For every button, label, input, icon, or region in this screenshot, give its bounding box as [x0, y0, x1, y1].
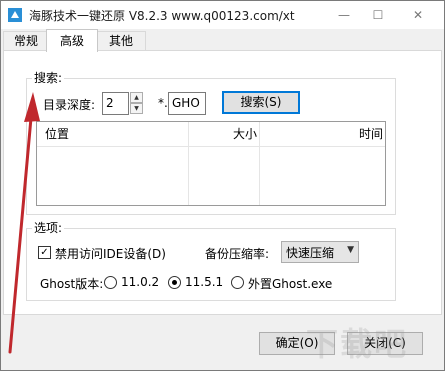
column-divider	[188, 122, 189, 205]
search-group-label: 搜索:	[32, 69, 65, 86]
ghost-version-label: Ghost版本:	[40, 277, 104, 291]
spin-up-icon[interactable]: ▲	[130, 92, 143, 103]
ghost-11-0-2-radio[interactable]	[104, 276, 117, 289]
ghost-external-radio[interactable]	[231, 276, 244, 289]
tab-other[interactable]: 其他	[96, 31, 146, 51]
app-window: 海豚技术一键还原 V8.2.3 www.q00123.com/xt — ☐ ✕ …	[0, 0, 445, 371]
disable-ide-checkbox[interactable]: ✓	[38, 246, 51, 259]
watermark: 下载吧	[306, 325, 409, 363]
options-group-label: 选项:	[32, 219, 65, 236]
tab-advanced[interactable]: 高级	[46, 29, 98, 52]
ghost-external-label[interactable]: 外置Ghost.exe	[248, 275, 332, 292]
column-time[interactable]: 时间	[359, 122, 383, 146]
results-list[interactable]: 位置 大小 时间	[36, 121, 386, 206]
disable-ide-label[interactable]: 禁用访问IDE设备(D)	[55, 245, 166, 262]
chevron-down-icon: ▼	[347, 245, 354, 255]
ghost-11-5-1-label[interactable]: 11.5.1	[185, 275, 223, 289]
tab-general[interactable]: 常规	[3, 31, 49, 51]
column-location[interactable]: 位置	[45, 122, 69, 146]
app-logo-icon	[8, 8, 22, 22]
search-button[interactable]: 搜索(S)	[222, 91, 300, 114]
compression-select[interactable]: 快速压缩 ▼	[281, 241, 359, 263]
window-title: 海豚技术一键还原 V8.2.3 www.q00123.com/xt	[29, 9, 295, 23]
tab-strip: 常规 高级 其他	[1, 29, 444, 52]
close-window-button[interactable]: ✕	[398, 1, 438, 29]
compression-label: 备份压缩率:	[205, 247, 270, 261]
directory-depth-label: 目录深度:	[43, 98, 96, 112]
minimize-icon: —	[338, 8, 350, 22]
ghost-11-0-2-label[interactable]: 11.0.2	[121, 275, 159, 289]
title-bar: 海豚技术一键还原 V8.2.3 www.q00123.com/xt — ☐ ✕	[1, 1, 444, 29]
compression-value: 快速压缩	[286, 246, 335, 260]
column-size[interactable]: 大小	[233, 122, 257, 146]
column-divider	[259, 122, 260, 205]
results-list-header: 位置 大小 时间	[37, 122, 385, 147]
maximize-icon: ☐	[372, 8, 384, 22]
directory-depth-input[interactable]: 2	[102, 92, 129, 115]
extension-input[interactable]: GHO	[168, 92, 206, 115]
ghost-11-5-1-radio[interactable]	[168, 276, 181, 289]
extension-prefix: *.	[158, 96, 168, 110]
maximize-button[interactable]: ☐	[358, 1, 398, 29]
close-icon: ✕	[412, 8, 424, 22]
spin-down-icon[interactable]: ▼	[130, 103, 143, 114]
